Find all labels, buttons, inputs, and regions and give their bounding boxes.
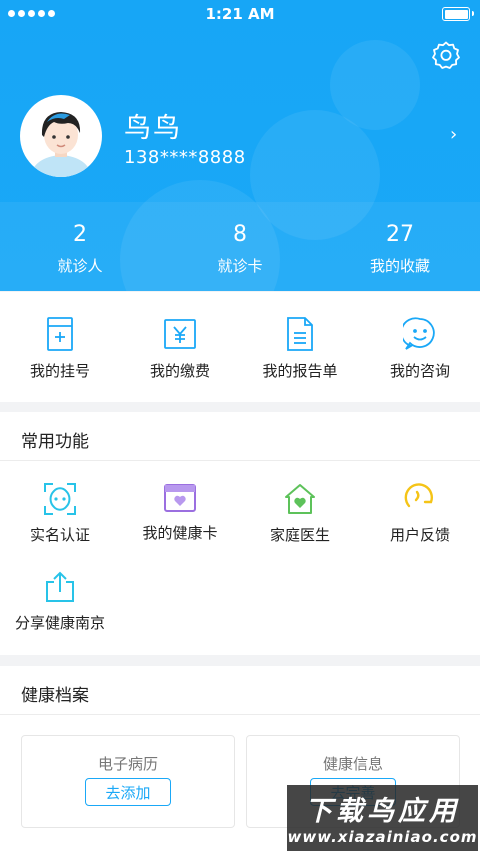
item-label: 我的报告单 bbox=[262, 362, 338, 380]
my-payment-item[interactable]: 我的缴费 bbox=[120, 316, 240, 381]
share-icon bbox=[46, 571, 74, 602]
stat-value: 8 bbox=[233, 222, 247, 247]
item-label: 我的咨询 bbox=[389, 362, 450, 380]
item-label: 家庭医生 bbox=[269, 526, 330, 544]
stat-favorites[interactable]: 27 我的收藏 bbox=[320, 202, 480, 291]
item-label: 分享健康南京 bbox=[14, 614, 105, 632]
item-label: 实名认证 bbox=[29, 526, 90, 544]
item-label: 用户反馈 bbox=[389, 526, 450, 544]
user-name: 鸟鸟 bbox=[124, 113, 182, 144]
stat-label: 就诊卡 bbox=[217, 257, 263, 275]
profile-header: 1:21 AM 鸟鸟 138****8888 › 2 就诊人 8 就诊卡 27 … bbox=[0, 0, 480, 291]
family-doctor-item[interactable]: 家庭医生 bbox=[240, 482, 360, 545]
user-avatar-icon bbox=[30, 112, 92, 177]
home-heart-icon bbox=[285, 484, 315, 514]
item-label: 我的挂号 bbox=[29, 362, 90, 380]
real-name-auth-item[interactable]: 实名认证 bbox=[0, 482, 120, 545]
box-title: 健康信息 bbox=[322, 755, 383, 773]
divider bbox=[0, 460, 480, 461]
stat-patients[interactable]: 2 就诊人 bbox=[0, 202, 160, 291]
watermark-title: 下载鸟应用 bbox=[305, 796, 460, 827]
health-card-item[interactable]: 我的健康卡 bbox=[120, 482, 240, 545]
item-label: 我的健康卡 bbox=[142, 524, 218, 542]
avatar[interactable] bbox=[20, 95, 102, 177]
stat-label: 我的收藏 bbox=[369, 257, 430, 275]
status-bar: 1:21 AM bbox=[0, 0, 480, 30]
my-report-item[interactable]: 我的报告单 bbox=[240, 316, 360, 381]
battery-icon bbox=[442, 7, 474, 21]
stat-label: 就诊人 bbox=[57, 257, 103, 275]
medical-record-box: 电子病历 去添加 bbox=[21, 735, 235, 828]
payment-icon bbox=[164, 319, 196, 349]
add-record-button[interactable]: 去添加 bbox=[85, 778, 171, 806]
section-title: 常用功能 bbox=[21, 432, 89, 452]
feedback-icon bbox=[404, 483, 433, 508]
item-label: 我的缴费 bbox=[149, 362, 210, 380]
status-time: 1:21 AM bbox=[205, 5, 275, 23]
watermark-url: www.xiazainiao.com bbox=[287, 828, 478, 846]
watermark: 下载鸟应用 www.xiazainiao.com bbox=[287, 785, 478, 851]
my-registration-item[interactable]: 我的挂号 bbox=[0, 316, 120, 381]
consult-icon bbox=[403, 317, 435, 350]
section-title: 健康档案 bbox=[21, 686, 89, 706]
stat-value: 2 bbox=[73, 222, 87, 247]
user-phone: 138****8888 bbox=[124, 147, 246, 168]
report-icon bbox=[287, 317, 313, 351]
face-scan-icon bbox=[44, 483, 76, 515]
stat-value: 27 bbox=[386, 222, 414, 247]
divider bbox=[0, 714, 480, 715]
decorative-bubble bbox=[330, 40, 420, 130]
box-title: 电子病历 bbox=[97, 755, 158, 773]
stat-cards[interactable]: 8 就诊卡 bbox=[160, 202, 320, 291]
user-feedback-item[interactable]: 用户反馈 bbox=[360, 482, 480, 545]
stats-bar: 2 就诊人 8 就诊卡 27 我的收藏 bbox=[0, 202, 480, 291]
settings-gear-icon[interactable] bbox=[431, 40, 461, 70]
my-consult-item[interactable]: 我的咨询 bbox=[360, 316, 480, 381]
my-services-card: 我的挂号 我的缴费 我的报告单 我的咨询 bbox=[0, 292, 480, 402]
health-card-icon bbox=[164, 484, 196, 512]
share-item[interactable]: 分享健康南京 bbox=[0, 570, 120, 633]
common-functions-card: 常用功能 实名认证 我的健康卡 家庭医生 用户反馈 分享健康南京 bbox=[0, 412, 480, 655]
chevron-right-icon[interactable]: › bbox=[450, 124, 457, 145]
registration-icon bbox=[47, 317, 73, 351]
